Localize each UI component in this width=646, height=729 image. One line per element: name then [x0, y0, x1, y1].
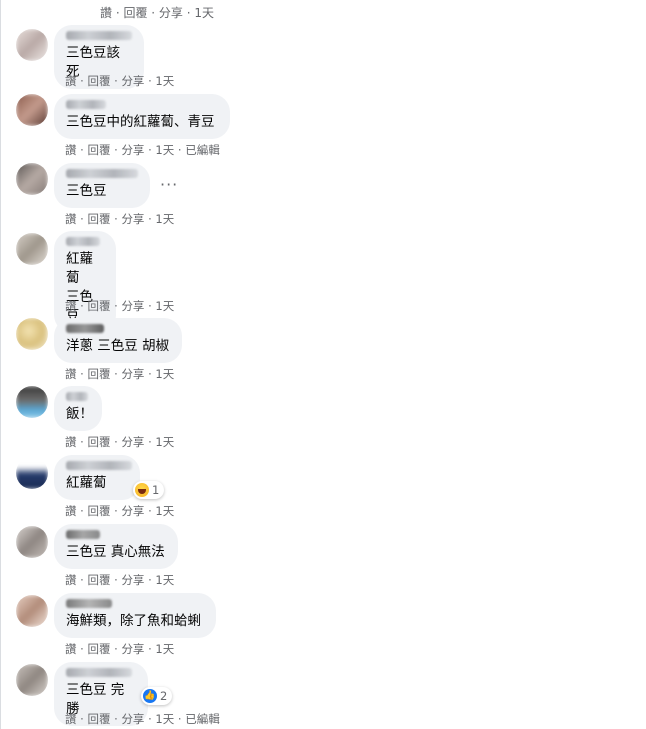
commenter-name[interactable] — [66, 237, 100, 246]
reply-link[interactable]: 回覆 — [87, 143, 110, 157]
commenter-name[interactable] — [66, 530, 100, 539]
like-link[interactable]: 讚 — [65, 435, 77, 449]
comment-actions: 讚 · 回覆 · 分享 · 1天 — [65, 504, 175, 518]
comment-text: 洋蔥 三色豆 胡椒 — [66, 338, 170, 354]
comment-actions: 讚 · 回覆 · 分享 · 1天 · 已編輯 — [65, 143, 220, 157]
share-link[interactable]: 分享 — [121, 143, 144, 157]
commenter-name[interactable] — [66, 461, 132, 470]
edited-label[interactable]: 已編輯 — [185, 712, 220, 726]
comment-actions: 讚 · 回覆 · 分享 · 1天 — [65, 435, 175, 449]
avatar[interactable] — [16, 526, 48, 558]
avatar[interactable] — [16, 386, 48, 418]
reaction-number: 1 — [152, 483, 160, 497]
reply-link[interactable]: 回覆 — [87, 299, 110, 313]
reply-link[interactable]: 回覆 — [87, 642, 110, 656]
reply-link[interactable]: 回覆 — [87, 212, 110, 226]
more-options-icon[interactable]: ··· — [160, 175, 178, 194]
avatar[interactable] — [16, 163, 48, 195]
avatar[interactable] — [16, 457, 48, 489]
share-link[interactable]: 分享 — [121, 642, 144, 656]
comment-text: 三色豆 — [66, 183, 107, 199]
comment-actions: 讚 · 回覆 · 分享 · 1天 · 已編輯 — [65, 712, 220, 726]
commenter-name[interactable] — [66, 31, 132, 40]
share-link[interactable]: 分享 — [121, 299, 144, 313]
avatar[interactable] — [16, 318, 48, 350]
commenter-name[interactable] — [66, 324, 104, 333]
reply-link[interactable]: 回覆 — [87, 712, 110, 726]
comment-text: 飯！ — [66, 406, 93, 422]
comment-text: 三色豆 真心無法 — [66, 544, 165, 560]
comment-text: 紅蘿蔔 — [66, 475, 107, 491]
avatar[interactable] — [16, 595, 48, 627]
share-link[interactable]: 分享 — [121, 573, 144, 587]
commenter-name[interactable] — [66, 169, 138, 178]
like-link[interactable]: 讚 — [65, 504, 77, 518]
reply-link[interactable]: 回覆 — [87, 573, 110, 587]
timestamp[interactable]: 1天 — [155, 367, 174, 381]
like-reaction-icon: 👍 — [143, 689, 157, 703]
timestamp[interactable]: 1天 — [155, 504, 174, 518]
comment-bubble: 紅蘿蔔 — [54, 455, 140, 500]
timestamp[interactable]: 1天 — [155, 74, 174, 88]
avatar[interactable] — [16, 29, 48, 61]
comment-bubble: 飯！ — [54, 386, 102, 431]
comment-actions: 讚 · 回覆 · 分享 · 1天 — [65, 74, 175, 88]
like-link[interactable]: 讚 — [65, 642, 77, 656]
comment-bubble: 三色豆 — [54, 163, 150, 208]
reply-link[interactable]: 回覆 — [87, 74, 110, 88]
reaction-number: 2 — [160, 689, 168, 703]
left-border — [0, 0, 1, 729]
comment-actions: 讚 · 回覆 · 分享 · 1天 — [65, 212, 175, 226]
share-link[interactable]: 分享 — [121, 712, 144, 726]
avatar[interactable] — [16, 664, 48, 696]
share-link[interactable]: 分享 — [121, 212, 144, 226]
haha-reaction-icon — [135, 483, 149, 497]
comment-bubble: 三色豆 真心無法 — [54, 524, 178, 569]
comment-bubble: 三色豆中的紅蘿蔔、青豆 — [54, 94, 230, 139]
timestamp[interactable]: 1天 — [155, 143, 174, 157]
comment-actions: 讚 · 回覆 · 分享 · 1天 — [65, 642, 175, 656]
like-link[interactable]: 讚 — [65, 212, 77, 226]
comment-actions: 讚 · 回覆 · 分享 · 1天 — [65, 573, 175, 587]
like-link[interactable]: 讚 — [65, 367, 77, 381]
reply-link[interactable]: 回覆 — [87, 435, 110, 449]
commenter-name[interactable] — [66, 668, 132, 677]
comment-bubble: 海鮮類，除了魚和蛤蜊 — [54, 593, 216, 638]
like-link[interactable]: 讚 — [65, 143, 77, 157]
share-link[interactable]: 分享 — [121, 435, 144, 449]
share-link[interactable]: 分享 — [121, 74, 144, 88]
comment-actions: 讚 · 回覆 · 分享 · 1天 — [65, 367, 175, 381]
comment-text: 海鮮類，除了魚和蛤蜊 — [66, 613, 201, 629]
timestamp[interactable]: 1天 — [155, 435, 174, 449]
timestamp[interactable]: 1天 — [155, 212, 174, 226]
share-link[interactable]: 分享 — [121, 504, 144, 518]
reply-link[interactable]: 回覆 — [87, 367, 110, 381]
previous-comment-actions[interactable]: 讚 · 回覆 · 分享 · 1天 — [100, 4, 214, 21]
avatar[interactable] — [16, 233, 48, 265]
like-link[interactable]: 讚 — [65, 712, 77, 726]
comment-actions: 讚 · 回覆 · 分享 · 1天 — [65, 299, 175, 313]
commenter-name[interactable] — [66, 599, 112, 608]
timestamp[interactable]: 1天 — [155, 642, 174, 656]
like-link[interactable]: 讚 — [65, 299, 77, 313]
timestamp[interactable]: 1天 — [155, 573, 174, 587]
timestamp[interactable]: 1天 — [155, 712, 174, 726]
like-link[interactable]: 讚 — [65, 573, 77, 587]
comment-text: 三色豆中的紅蘿蔔、青豆 — [66, 114, 215, 130]
comment-text: 紅蘿蔔 三色豆 — [66, 251, 93, 324]
like-link[interactable]: 讚 — [65, 74, 77, 88]
commenter-name[interactable] — [66, 100, 106, 109]
timestamp[interactable]: 1天 — [155, 299, 174, 313]
edited-label[interactable]: 已編輯 — [185, 143, 220, 157]
reply-link[interactable]: 回覆 — [87, 504, 110, 518]
reaction-count[interactable]: 👍 2 — [141, 687, 173, 705]
comment-bubble: 洋蔥 三色豆 胡椒 — [54, 318, 182, 363]
avatar[interactable] — [16, 94, 48, 126]
share-link[interactable]: 分享 — [121, 367, 144, 381]
commenter-name[interactable] — [66, 392, 88, 401]
reaction-count[interactable]: 1 — [133, 481, 165, 499]
